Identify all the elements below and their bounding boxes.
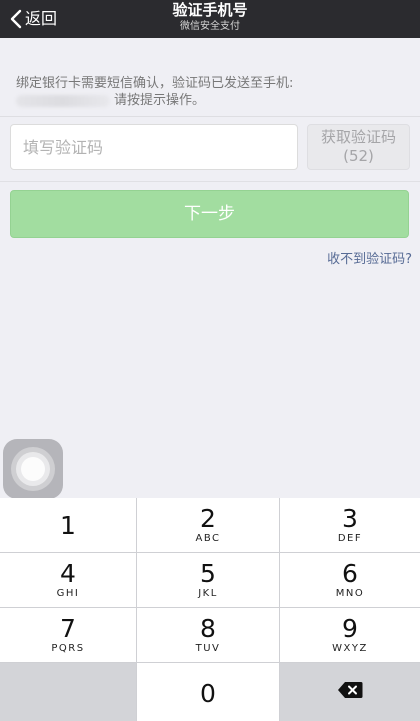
key-9[interactable]: 9 WXYZ (280, 608, 420, 663)
verification-code-input[interactable] (10, 124, 298, 170)
key-digit: 9 (342, 614, 358, 643)
key-digit: 2 (200, 504, 216, 533)
key-letters: PQRS (51, 643, 85, 654)
key-blank (0, 663, 137, 721)
key-0[interactable]: 0 (137, 663, 280, 721)
next-button[interactable]: 下一步 (10, 190, 409, 238)
sms-hint: 绑定银行卡需要短信确认，验证码已发送至手机: 请按提示操作。 (16, 76, 411, 109)
key-digit: 1 (60, 510, 76, 540)
key-digit: 6 (342, 559, 358, 588)
countdown-label: (52) (343, 147, 374, 165)
key-8[interactable]: 8 TUV (137, 608, 280, 663)
key-4[interactable]: 4 GHI (0, 553, 137, 608)
key-letters: JKL (198, 588, 218, 599)
page-subtitle: 微信安全支付 (180, 21, 240, 32)
key-letters: WXYZ (332, 643, 368, 654)
verification-code-row: 获取验证码 (52) (0, 117, 420, 181)
key-2[interactable]: 2 ABC (137, 498, 280, 553)
sms-hint-line2-text: 请按提示操作。 (114, 93, 206, 108)
sms-hint-line1: 绑定银行卡需要短信确认，验证码已发送至手机: (16, 76, 294, 91)
key-5[interactable]: 5 JKL (137, 553, 280, 608)
page-title: 验证手机号 (172, 1, 248, 19)
key-digit: 4 (60, 559, 76, 588)
key-digit: 8 (200, 614, 216, 643)
key-7[interactable]: 7 PQRS (0, 608, 137, 663)
no-code-link[interactable]: 收不到验证码? (327, 248, 412, 267)
key-digit: 7 (60, 614, 76, 643)
delete-key[interactable] (280, 663, 420, 721)
get-code-label: 获取验证码 (320, 128, 396, 146)
key-digit: 5 (200, 559, 216, 588)
back-label: 返回 (25, 9, 58, 28)
numeric-keypad: 1 2 ABC 3 DEF 4 GHI 5 JKL 6 MNO 7 PQRS 8… (0, 498, 420, 721)
key-digit: 0 (200, 678, 216, 708)
key-digit: 3 (342, 504, 358, 533)
key-letters: TUV (195, 643, 221, 654)
key-letters: GHI (56, 588, 80, 599)
key-6[interactable]: 6 MNO (280, 553, 420, 608)
sms-hint-line2: 请按提示操作。 (16, 93, 411, 109)
backspace-icon (337, 681, 363, 703)
get-code-button[interactable]: 获取验证码 (52) (307, 124, 410, 170)
back-button[interactable]: 返回 (10, 0, 57, 38)
masked-phone-number (16, 95, 110, 107)
key-3[interactable]: 3 DEF (280, 498, 420, 553)
nav-title-group: 验证手机号 微信安全支付 (0, 1, 420, 34)
key-1[interactable]: 1 (0, 498, 137, 553)
key-letters: MNO (335, 588, 365, 599)
assistive-touch-button[interactable] (3, 439, 63, 499)
divider (0, 181, 420, 182)
nav-bar: 返回 验证手机号 微信安全支付 (0, 0, 420, 38)
assistive-touch-icon (11, 447, 55, 491)
chevron-left-icon (10, 9, 22, 29)
key-letters: DEF (337, 533, 363, 544)
key-letters: ABC (195, 533, 221, 544)
